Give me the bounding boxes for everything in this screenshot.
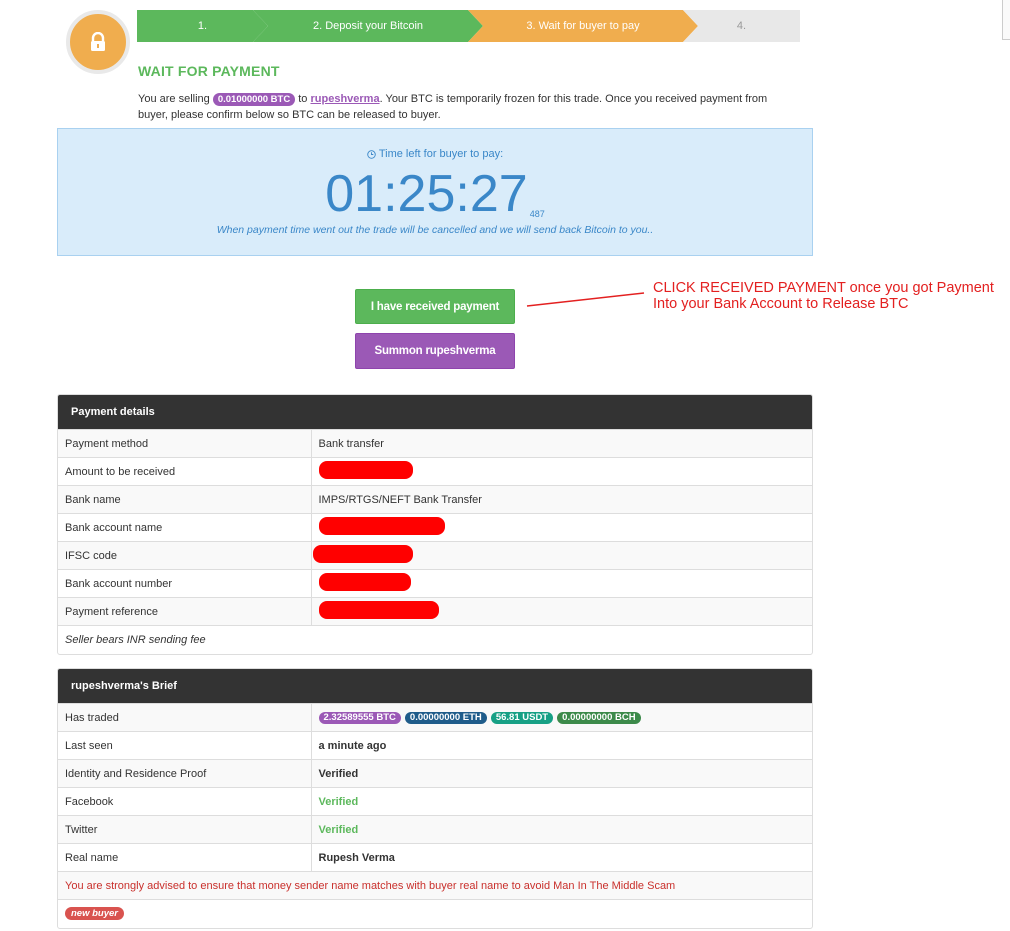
row-value: Rupesh Verma <box>311 843 812 872</box>
table-row: Last seen a minute ago <box>58 731 812 760</box>
table-row: IFSC code <box>58 541 812 570</box>
row-key: Amount to be received <box>58 457 312 486</box>
table-row: Identity and Residence Proof Verified <box>58 759 812 788</box>
redaction-mark <box>312 545 413 563</box>
received-payment-button[interactable]: I have received payment <box>355 289 515 324</box>
row-value <box>311 597 812 626</box>
timer-note: When payment time went out the trade wil… <box>216 224 654 236</box>
step-4: 4. <box>683 10 800 42</box>
redaction-mark <box>318 461 413 479</box>
timer-label: Time left for buyer to pay: <box>58 148 812 160</box>
row-key: Facebook <box>58 787 312 816</box>
row-value: Verified <box>311 787 812 816</box>
summon-buyer-button[interactable]: Summon rupeshverma <box>355 333 515 369</box>
lock-icon <box>91 32 105 51</box>
row-value <box>311 513 812 542</box>
scam-warning: You are strongly advised to ensure that … <box>58 871 812 900</box>
table-row: Has traded 2.32589555 BTC 0.00000000 ETH… <box>58 703 812 732</box>
table-row: Bank account number <box>58 569 812 598</box>
redaction-mark <box>318 517 445 535</box>
lock-badge <box>66 10 130 74</box>
redaction-mark <box>318 601 439 619</box>
table-row: Payment method Bank transfer <box>58 429 812 458</box>
traded-eth-badge: 0.00000000 ETH <box>404 712 487 724</box>
table-row: Facebook Verified <box>58 787 812 816</box>
annotation-line-1: CLICK RECEIVED PAYMENT once you got Paym… <box>653 280 994 296</box>
intro-to: to <box>295 93 311 105</box>
buyer-link[interactable]: rupeshverma <box>310 93 379 105</box>
table-row: Seller bears INR sending fee <box>58 625 812 654</box>
row-key: Bank account name <box>58 513 312 542</box>
table-row: new buyer <box>58 899 812 928</box>
row-key: Has traded <box>58 703 312 732</box>
row-key: Real name <box>58 843 312 872</box>
annotation-line-2: Into your Bank Account to Release BTC <box>653 296 909 312</box>
fee-note: Seller bears INR sending fee <box>58 625 812 654</box>
buyer-brief-panel: rupeshverma's Brief Has traded 2.3258955… <box>57 668 813 929</box>
traded-usdt-badge: 56.81 USDT <box>490 712 554 724</box>
progress-steps: 1. 2. Deposit your Bitcoin 3. Wait for b… <box>137 10 800 42</box>
intro-text: You are selling 0.01000000 BTC to rupesh… <box>138 91 788 123</box>
annotation-arrow <box>526 292 645 307</box>
row-value: Bank transfer <box>311 429 812 458</box>
table-row: Twitter Verified <box>58 815 812 844</box>
table-row: You are strongly advised to ensure that … <box>58 871 812 900</box>
countdown-value: 01:25:27 <box>325 165 528 223</box>
payment-details-title: Payment details <box>58 395 812 429</box>
table-row: Bank account name <box>58 513 812 542</box>
row-key: Bank account number <box>58 569 312 598</box>
new-buyer-badge: new buyer <box>65 907 124 921</box>
payment-details-panel: Payment details Payment method Bank tran… <box>57 394 813 655</box>
traded-bch-badge: 0.00000000 BCH <box>557 712 641 724</box>
row-key: Bank name <box>58 485 312 514</box>
badge-cell: new buyer <box>58 899 812 928</box>
step-2: 2. Deposit your Bitcoin <box>253 10 483 42</box>
btc-amount-badge: 0.01000000 BTC <box>212 93 296 106</box>
row-key: Payment reference <box>58 597 312 626</box>
timer-panel: Time left for buyer to pay: 01:25:27 487 … <box>57 128 813 256</box>
row-value: IMPS/RTGS/NEFT Bank Transfer <box>311 485 812 514</box>
redaction-mark <box>318 573 411 591</box>
intro-prefix: You are selling <box>138 93 213 105</box>
row-value: Verified <box>311 815 812 844</box>
row-value <box>311 569 812 598</box>
row-key: Last seen <box>58 731 312 760</box>
table-row: Payment reference <box>58 597 812 626</box>
row-value <box>311 457 812 486</box>
row-value: 2.32589555 BTC 0.00000000 ETH 56.81 USDT… <box>311 703 812 732</box>
page-title: WAIT FOR PAYMENT <box>138 63 280 79</box>
row-value: a minute ago <box>311 731 812 760</box>
row-key: Payment method <box>58 429 312 458</box>
step-3: 3. Wait for buyer to pay <box>468 10 698 42</box>
buyer-brief-title: rupeshverma's Brief <box>58 669 812 703</box>
step-1: 1. <box>137 10 268 42</box>
row-key: IFSC code <box>58 541 312 570</box>
traded-btc-badge: 2.32589555 BTC <box>318 712 401 724</box>
row-value <box>311 541 812 570</box>
buyer-brief-table: Has traded 2.32589555 BTC 0.00000000 ETH… <box>58 703 812 928</box>
payment-details-table: Payment method Bank transfer Amount to b… <box>58 429 812 654</box>
table-row: Bank name IMPS/RTGS/NEFT Bank Transfer <box>58 485 812 514</box>
row-key: Twitter <box>58 815 312 844</box>
timer-label-text: Time left for buyer to pay: <box>378 148 504 160</box>
table-row: Amount to be received <box>58 457 812 486</box>
table-row: Real name Rupesh Verma <box>58 843 812 872</box>
row-value: Verified <box>311 759 812 788</box>
countdown-ms: 487 <box>529 209 545 219</box>
annotation-text: CLICK RECEIVED PAYMENT once you got Paym… <box>653 280 1010 312</box>
browser-edge <box>1002 0 1010 40</box>
row-key: Identity and Residence Proof <box>58 759 312 788</box>
countdown: 01:25:27 487 <box>58 166 812 222</box>
clock-icon <box>367 149 376 159</box>
